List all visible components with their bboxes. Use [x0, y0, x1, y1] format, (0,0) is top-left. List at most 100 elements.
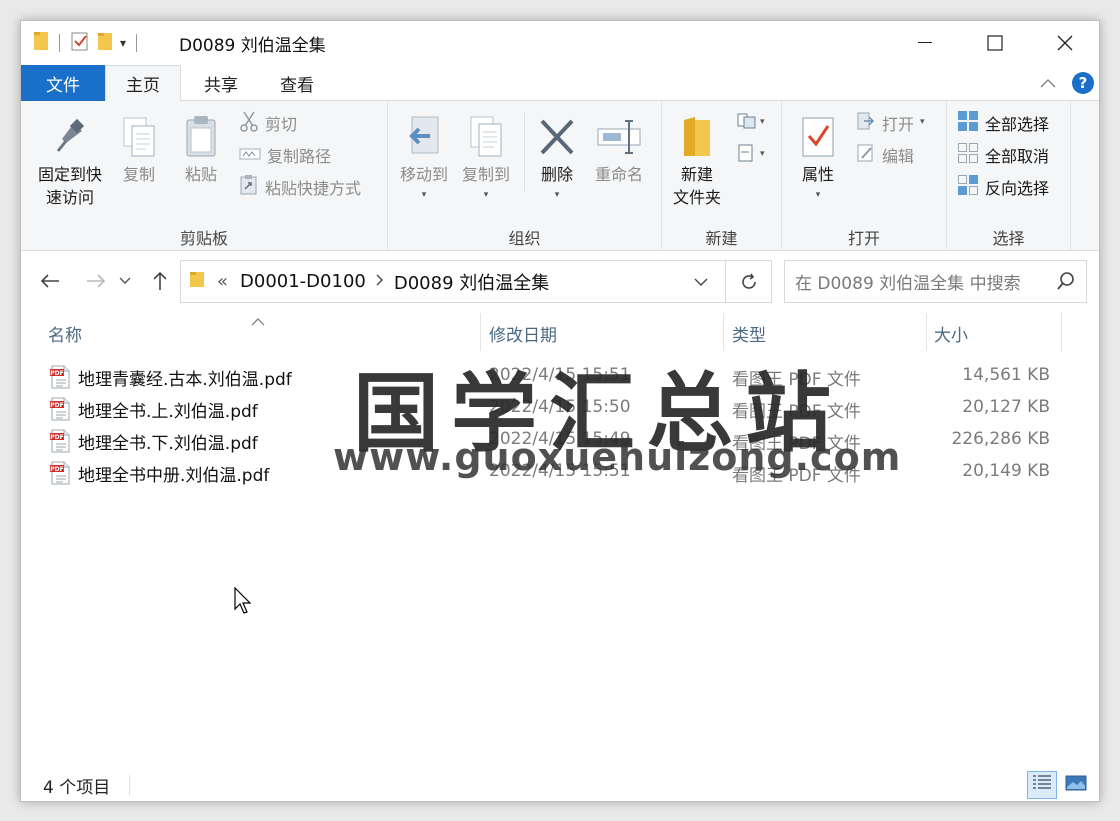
file-name: 地理全书.上.刘伯温.pdf [78, 402, 258, 422]
file-size: 226,286 KB [951, 429, 1050, 449]
ribbon-home: 固定到快 速访问 复制 粘贴 剪切 复制路径 粘贴快捷方式 剪贴板 移动到 ▾ … [21, 101, 1099, 251]
scissors-icon [239, 110, 259, 136]
forward-button[interactable] [81, 265, 111, 297]
move-to-icon [400, 111, 448, 163]
pin-icon [46, 111, 94, 163]
new-folder-icon[interactable] [96, 30, 114, 56]
edit-button[interactable]: 编辑 [856, 141, 914, 169]
copy-path-button[interactable]: 复制路径 [239, 141, 331, 169]
pdf-file-icon: PDF [49, 461, 71, 490]
file-size: 20,149 KB [962, 461, 1050, 481]
toolbar-divider [136, 34, 138, 52]
group-label-clipboard: 剪贴板 [179, 229, 228, 248]
tab-home[interactable]: 主页 [105, 65, 181, 102]
maximize-button[interactable] [960, 21, 1030, 65]
collapse-ribbon-icon[interactable] [1039, 65, 1057, 101]
folder-icon [189, 269, 205, 294]
cut-button[interactable]: 剪切 [239, 109, 297, 137]
large-icons-view-icon [1065, 774, 1087, 796]
folder-icon [33, 30, 49, 56]
invert-selection-icon [957, 174, 979, 200]
details-view-icon [1032, 774, 1052, 796]
new-item-button[interactable]: ▾ [736, 109, 765, 137]
tab-file[interactable]: 文件 [21, 65, 105, 101]
svg-text:?: ? [1079, 74, 1088, 92]
navigation-bar: « D0001-D0100 D0089 刘伯温全集 在 D0089 刘伯温全集 … [21, 251, 1099, 311]
properties-check-icon [794, 111, 842, 163]
delete-button[interactable]: 删除 ▾ [532, 111, 582, 207]
recent-locations-button[interactable] [115, 265, 135, 297]
back-button[interactable] [35, 265, 65, 297]
delete-x-icon [533, 111, 581, 163]
invert-selection-button[interactable]: 反向选择 [957, 173, 1049, 201]
address-history-button[interactable] [677, 261, 723, 302]
pdf-file-icon: PDF [49, 397, 71, 426]
edit-pencil-icon [856, 143, 876, 167]
svg-text:PDF: PDF [50, 434, 63, 441]
group-new: 新建 文件夹 ▾ ▾ 新建 [662, 101, 782, 251]
select-all-button[interactable]: 全部选择 [957, 109, 1049, 137]
move-to-button[interactable]: 移动到 ▾ [394, 111, 454, 207]
folder-icon [673, 111, 721, 163]
properties-icon[interactable] [70, 30, 90, 56]
pin-quick-access-button[interactable]: 固定到快 速访问 [31, 111, 109, 209]
paste-shortcut-button[interactable]: 粘贴快捷方式 [239, 173, 361, 201]
toolbar-divider [59, 34, 60, 52]
select-none-button[interactable]: 全部取消 [957, 141, 1049, 169]
rename-button[interactable]: 重命名 [584, 111, 654, 186]
pdf-file-icon: PDF [49, 365, 71, 394]
tab-view[interactable]: 查看 [259, 65, 335, 101]
item-count: 4 个项目 [43, 778, 111, 798]
title-bar: ▾ D0089 刘伯温全集 [21, 21, 1099, 65]
copy-path-icon [239, 146, 261, 165]
up-button[interactable] [145, 265, 175, 297]
close-button[interactable] [1030, 21, 1099, 65]
details-view-button[interactable] [1027, 771, 1057, 799]
properties-button[interactable]: 属性 ▾ [790, 111, 846, 207]
mouse-cursor-icon [234, 586, 254, 619]
large-icons-view-button[interactable] [1061, 771, 1091, 799]
column-divider[interactable] [1061, 313, 1062, 351]
explorer-window: ▾ D0089 刘伯温全集 文件 主页 共享 查看 ? 固定到快 速访问 复制 … [20, 20, 1100, 802]
tab-share[interactable]: 共享 [183, 65, 259, 101]
new-folder-button[interactable]: 新建 文件夹 [664, 111, 730, 209]
refresh-button[interactable] [725, 261, 771, 302]
copy-to-icon [462, 111, 510, 163]
column-header-name[interactable]: 名称 [48, 311, 82, 355]
clipboard-icon [177, 111, 225, 163]
help-icon[interactable]: ? [1071, 65, 1095, 101]
svg-text:PDF: PDF [50, 402, 63, 409]
group-open: 属性 ▾ 打开 ▾ 编辑 打开 [782, 101, 947, 251]
watermark-url: www.guoxuehuizong.com [333, 435, 902, 479]
group-label-new: 新建 [705, 229, 738, 248]
breadcrumb-item[interactable]: D0089 刘伯温全集 [394, 269, 549, 295]
status-bar: 4 个项目 [21, 767, 1099, 801]
search-icon[interactable] [1056, 271, 1076, 296]
quick-access-toolbar: ▾ [33, 30, 141, 56]
select-all-icon [957, 110, 979, 136]
pdf-file-icon: PDF [49, 429, 71, 458]
svg-text:PDF: PDF [50, 466, 63, 473]
rename-icon [595, 111, 643, 163]
open-button[interactable]: 打开 ▾ [856, 109, 925, 137]
easy-access-button[interactable]: ▾ [736, 141, 765, 169]
breadcrumb-item[interactable]: D0001-D0100 [240, 271, 366, 292]
group-label-open: 打开 [847, 229, 880, 248]
column-divider[interactable] [926, 313, 927, 351]
column-header-size[interactable]: 大小 [934, 311, 968, 355]
minimize-button[interactable] [890, 21, 960, 65]
sort-ascending-icon [251, 311, 265, 330]
group-label-organize: 组织 [508, 229, 541, 248]
search-input[interactable]: 在 D0089 刘伯温全集 中搜索 [784, 260, 1087, 303]
copy-button[interactable]: 复制 [109, 111, 169, 186]
customize-qat-icon[interactable]: ▾ [120, 36, 126, 50]
new-item-icon [736, 111, 758, 135]
address-bar[interactable]: « D0001-D0100 D0089 刘伯温全集 [180, 260, 772, 303]
copy-to-button[interactable]: 复制到 ▾ [456, 111, 516, 207]
breadcrumb-overflow[interactable]: « [217, 271, 228, 292]
paste-button[interactable]: 粘贴 [171, 111, 231, 186]
paste-shortcut-icon [239, 174, 259, 200]
chevron-right-icon[interactable] [376, 274, 384, 290]
open-icon [856, 111, 876, 135]
easy-access-icon [736, 143, 758, 167]
